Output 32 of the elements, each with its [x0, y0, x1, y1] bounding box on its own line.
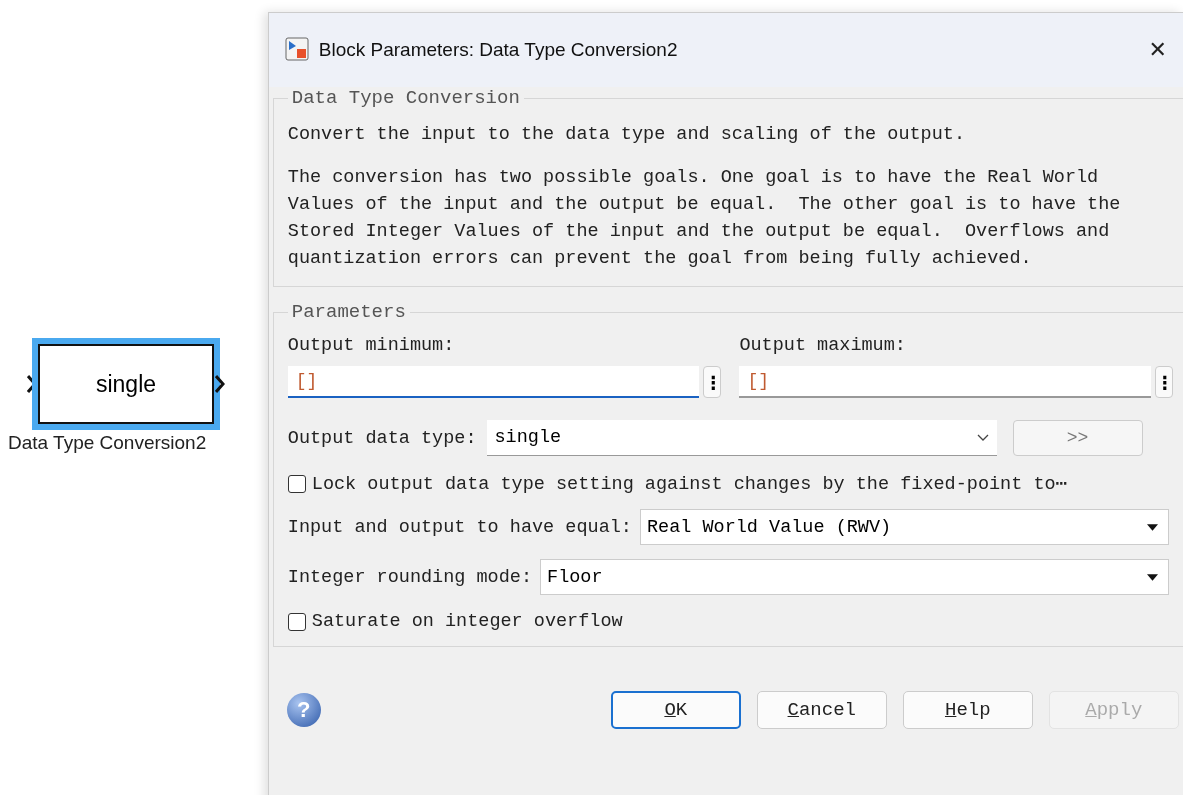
field-label: Output minimum: — [287, 335, 456, 356]
checkbox[interactable] — [287, 612, 306, 631]
field-label: Integer rounding mode: — [287, 566, 533, 588]
checkbox-label: Lock output data type setting against changes by the fixed-point to⋯ — [311, 473, 1067, 495]
group-legend: Data Type Conversion — [287, 87, 524, 109]
caret-icon — [1147, 523, 1158, 531]
description-text: The conversion has two possible goals. One goal is to have the Real World Values of the input and the output be equal. The other goal is to have the Stored Integer Values of the input and the output be equal. Overflows and quantization errors can prevent the goal from being fully achieved. — [287, 166, 1122, 271]
dialog-button[interactable]: Help — [902, 691, 1033, 729]
dropdown[interactable]: Real World Value (RWV) — [639, 509, 1169, 545]
dropdown[interactable]: Floor — [540, 559, 1169, 595]
dialog-button[interactable]: OK — [610, 691, 741, 729]
output-port-icon — [215, 374, 225, 394]
input-field[interactable]: [] — [739, 366, 1151, 398]
checkbox[interactable] — [287, 474, 306, 493]
more-button[interactable]: ⋮ — [1155, 366, 1173, 398]
input-field[interactable]: [] — [287, 366, 700, 398]
window-title: Block Parameters: Data Type Conversion2 — [318, 38, 679, 62]
field-label: Output maximum: — [739, 335, 907, 356]
chevron-icon — [976, 433, 989, 442]
close-button[interactable]: ✕ — [1144, 37, 1171, 63]
description-text: Convert the input to the data type and scaling of the output. — [287, 123, 966, 147]
data-type-dropdown[interactable]: single — [486, 420, 997, 456]
assistant-button[interactable]: >> — [1012, 420, 1143, 456]
field-label: Input and output to have equal: — [287, 516, 632, 538]
checkbox-label: Saturate on integer overflow — [311, 611, 623, 632]
caret-icon — [1147, 573, 1158, 581]
block-name: Data Type Conversion2 — [8, 432, 207, 454]
app-icon — [284, 37, 309, 61]
group-legend: Parameters — [287, 301, 410, 323]
more-button[interactable]: ⋮ — [703, 366, 722, 398]
field-label: Output data type: — [287, 427, 477, 449]
dialog-button[interactable]: Cancel — [756, 691, 887, 729]
